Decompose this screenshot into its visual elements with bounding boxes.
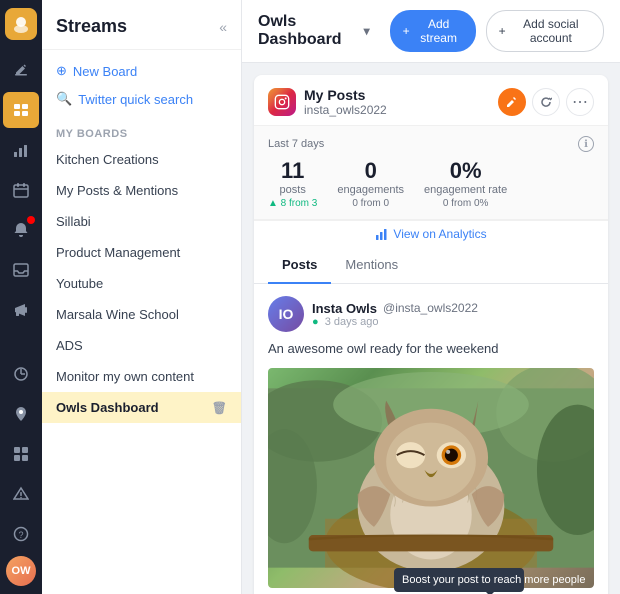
sidebar-item-marsala[interactable]: Marsala Wine School [42, 299, 241, 330]
campaigns-icon[interactable] [3, 292, 39, 328]
stat-engagements-value: 0 [337, 160, 404, 182]
apps-icon[interactable] [3, 436, 39, 472]
calendar-icon[interactable] [3, 172, 39, 208]
svg-text:?: ? [19, 530, 24, 540]
notifications-icon[interactable] [3, 212, 39, 248]
stat-engagements-label: engagements [337, 184, 404, 196]
my-boards-label: MY BOARDS [42, 120, 241, 144]
streams-icon[interactable] [3, 92, 39, 128]
alerts-icon[interactable] [3, 476, 39, 512]
stat-rate-value: 0% [424, 160, 507, 182]
more-options-btn[interactable]: ⋯ [566, 88, 594, 116]
stat-posts-value: 11 [268, 160, 317, 182]
stats-info-icon[interactable]: ℹ [578, 136, 594, 152]
sidebar-item-owls[interactable]: Owls Dashboard 🗑 [42, 392, 241, 423]
stat-engagement-rate: 0% engagement rate 0 from 0% [424, 160, 507, 209]
stream-card-header: My Posts insta_owls2022 ⋯ [254, 75, 608, 126]
stream-card-handle: insta_owls2022 [304, 103, 387, 117]
stat-engagements-change: 0 from 0 [337, 198, 404, 209]
notification-badge [27, 216, 35, 224]
sidebar-item-sillabi[interactable]: Sillabi [42, 206, 241, 237]
sidebar-item-monitor[interactable]: Monitor my own content [42, 361, 241, 392]
boost-tooltip: Boost your post to reach more people [394, 568, 524, 592]
content-area: My Posts insta_owls2022 ⋯ Las [242, 63, 620, 594]
sidebar-title: Streams [56, 16, 127, 37]
stream-card-actions: ⋯ [498, 88, 594, 116]
post-content: IO Insta Owls @insta_owls2022 ● 3 days a… [254, 284, 608, 594]
refresh-stream-btn[interactable] [532, 88, 560, 116]
location-icon[interactable] [3, 396, 39, 432]
sidebar-item-youtube[interactable]: Youtube [42, 268, 241, 299]
app-logo[interactable] [5, 8, 37, 40]
sidebar-header: Streams « [42, 0, 241, 50]
tab-mentions[interactable]: Mentions [331, 247, 412, 284]
post-author-row: IO Insta Owls @insta_owls2022 ● 3 days a… [268, 296, 594, 332]
post-image [268, 368, 594, 588]
topbar-chevron-icon[interactable]: ▾ [364, 24, 370, 38]
sidebar-item-ads[interactable]: ADS [42, 330, 241, 361]
stream-title-row: My Posts insta_owls2022 [268, 87, 387, 117]
new-board-btn[interactable]: ⊕ New Board [56, 60, 227, 82]
post-text: An awesome owl ready for the weekend [268, 340, 594, 358]
main-content: Owls Dashboard ▾ + Add stream + Add soci… [242, 0, 620, 594]
stat-posts-change: ▲ 8 from 3 [268, 198, 317, 209]
view-analytics-btn[interactable]: View on Analytics [254, 220, 608, 247]
tab-posts[interactable]: Posts [268, 247, 331, 284]
stat-engagements: 0 engagements 0 from 0 [337, 160, 404, 209]
post-tabs: Posts Mentions [254, 247, 608, 284]
add-stream-btn[interactable]: + Add stream [390, 10, 476, 52]
add-social-btn[interactable]: + Add social account [486, 10, 604, 52]
delete-board-icon[interactable]: 🗑 [212, 401, 227, 415]
topbar-title: Owls Dashboard ▾ [258, 13, 370, 49]
sidebar-item-kitchen[interactable]: Kitchen Creations [42, 144, 241, 175]
inbox-icon[interactable] [3, 252, 39, 288]
stats-row: 11 posts ▲ 8 from 3 0 engagements 0 from… [268, 160, 594, 209]
sidebar: Streams « ⊕ New Board 🔍 Twitter quick se… [42, 0, 242, 594]
sidebar-actions: ⊕ New Board 🔍 Twitter quick search [42, 50, 241, 120]
stats-section: Last 7 days ℹ 11 posts ▲ 8 from 3 0 enga… [254, 126, 608, 220]
analytics-icon[interactable] [3, 132, 39, 168]
help-icon[interactable]: ? [3, 516, 39, 552]
stat-rate-change: 0 from 0% [424, 198, 507, 209]
twitter-search-btn[interactable]: 🔍 Twitter quick search [56, 88, 227, 110]
plus-icon: + [403, 24, 410, 38]
topbar: Owls Dashboard ▾ + Add stream + Add soci… [242, 0, 620, 63]
sidebar-item-product[interactable]: Product Management [42, 237, 241, 268]
post-author-name: Insta Owls [312, 301, 377, 316]
post-time: ● 3 days ago [312, 316, 478, 328]
sidebar-collapse-btn[interactable]: « [219, 19, 227, 35]
post-author-avatar: IO [268, 296, 304, 332]
stat-rate-label: engagement rate [424, 184, 507, 196]
search-icon: 🔍 [56, 91, 72, 107]
post-author-handle: @insta_owls2022 [383, 301, 478, 315]
stat-posts: 11 posts ▲ 8 from 3 [268, 160, 317, 209]
reports-icon[interactable] [3, 356, 39, 392]
stream-card: My Posts insta_owls2022 ⋯ Las [254, 75, 608, 594]
plus-icon: ⊕ [56, 63, 67, 79]
instagram-icon [268, 88, 296, 116]
edit-stream-btn[interactable] [498, 88, 526, 116]
stats-period-label: Last 7 days [268, 138, 324, 150]
icon-bar: ? OW [0, 0, 42, 594]
compose-icon[interactable] [3, 52, 39, 88]
sidebar-item-my-posts[interactable]: My Posts & Mentions [42, 175, 241, 206]
user-avatar[interactable]: OW [6, 556, 36, 586]
stream-card-name: My Posts [304, 87, 387, 103]
plus-icon: + [499, 24, 506, 38]
stat-posts-label: posts [268, 184, 317, 196]
